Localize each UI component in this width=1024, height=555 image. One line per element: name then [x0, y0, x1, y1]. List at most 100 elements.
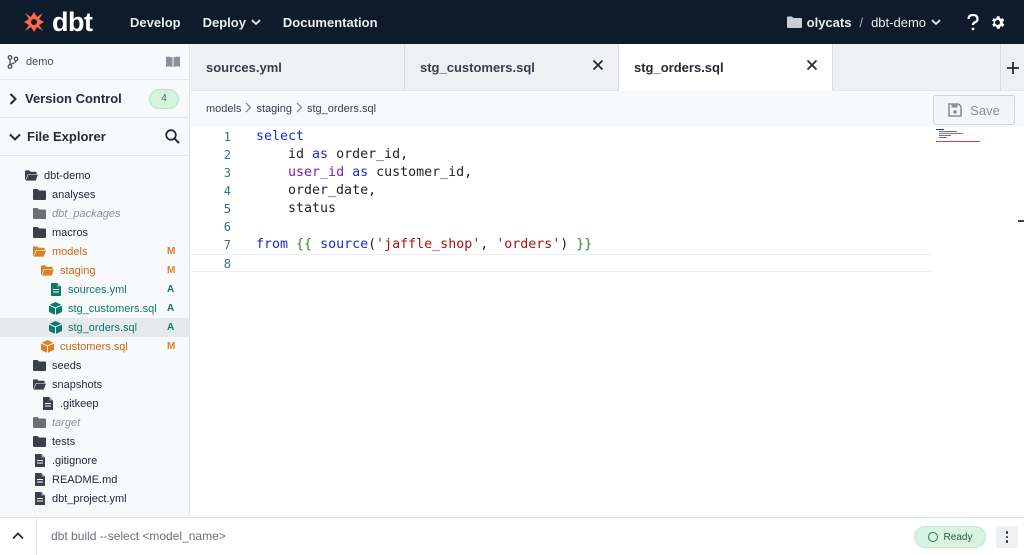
file-tree-item[interactable]: staging M: [0, 261, 189, 280]
file-tree-item[interactable]: customers.sql M: [0, 337, 189, 356]
nav-deploy[interactable]: Deploy: [203, 15, 261, 30]
add-tab-button[interactable]: [1000, 44, 1024, 91]
code-line[interactable]: 7 from {{ source('jaffle_shop', 'orders')…: [191, 236, 931, 254]
expand-console-button[interactable]: [0, 517, 37, 555]
gear-icon[interactable]: [989, 14, 1006, 31]
save-button[interactable]: Save: [933, 95, 1015, 125]
file-explorer-section[interactable]: File Explorer: [0, 118, 189, 156]
code-line[interactable]: 6: [191, 218, 931, 236]
kebab-dot: [1005, 531, 1009, 534]
file-tree-item[interactable]: .gitignore: [0, 451, 189, 470]
file-tree-item-label: staging: [60, 264, 96, 277]
git-branch-icon: [7, 54, 19, 69]
editor-tab-bar: sources.yml stg_customers.sql stg_orders…: [191, 44, 1024, 91]
breadcrumb-file[interactable]: stg_orders.sql: [307, 103, 376, 115]
file-tree-item-label: snapshots: [52, 378, 103, 391]
branch-name: demo: [26, 55, 54, 68]
code-token: from: [256, 237, 289, 252]
code-line[interactable]: 1 select: [191, 128, 931, 146]
file-tree-item[interactable]: analyses: [0, 185, 189, 204]
code-minimap[interactable]: [936, 129, 986, 143]
scrollbar-marker[interactable]: [1018, 220, 1024, 222]
nav-documentation[interactable]: Documentation: [283, 15, 378, 30]
line-number: 1: [223, 130, 231, 144]
model-cube-icon: [41, 340, 54, 353]
version-control-label: Version Control: [25, 91, 122, 106]
help-icon[interactable]: [967, 13, 979, 31]
breadcrumb-models[interactable]: models: [206, 103, 241, 115]
dbt-logo-icon: [24, 12, 44, 32]
command-input[interactable]: [51, 529, 651, 543]
search-icon[interactable]: [165, 129, 180, 144]
folder-icon: [33, 189, 46, 201]
line-number: 3: [223, 166, 231, 180]
folder-open-icon: [41, 265, 54, 277]
file-tree-item[interactable]: README.md: [0, 470, 189, 489]
code-line[interactable]: 3 user_id as customer_id,: [191, 164, 931, 182]
file-tree-item-label: sources.yml: [68, 283, 127, 296]
file-tree-item[interactable]: stg_customers.sql A: [0, 299, 189, 318]
code-line[interactable]: 5 status: [191, 200, 931, 218]
code-text: id as order_id,: [256, 146, 408, 164]
chevron-down-icon: [9, 133, 21, 141]
code-token: source: [320, 237, 369, 252]
file-tree-item[interactable]: target: [0, 413, 189, 432]
code-token: 'orders': [496, 237, 561, 252]
book-icon[interactable]: [165, 56, 181, 68]
code-token: ): [560, 237, 577, 252]
tab-stg-orders-sql[interactable]: stg_orders.sql: [619, 44, 833, 91]
file-tree-item[interactable]: dbt_packages: [0, 204, 189, 223]
chevron-right-icon: [245, 102, 252, 116]
changes-count-badge: 4: [149, 88, 179, 109]
file-tree-item[interactable]: snapshots: [0, 375, 189, 394]
file-tree-item[interactable]: models M: [0, 242, 189, 261]
status-badge[interactable]: Ready: [914, 526, 986, 548]
code-text: from {{ source('jaffle_shop', 'orders') …: [256, 236, 592, 254]
chevron-right-icon: [296, 102, 303, 116]
code-line[interactable]: 4 order_date,: [191, 182, 931, 200]
file-tree-item-label: tests: [52, 435, 76, 448]
command-bar: Ready: [0, 517, 1024, 555]
line-number: 5: [223, 202, 231, 216]
file-tree-item-label: dbt_packages: [52, 207, 121, 220]
file-tree-item-label: .gitkeep: [60, 397, 99, 410]
more-options-button[interactable]: [996, 526, 1018, 548]
file-tree-item[interactable]: dbt_project.yml: [0, 489, 189, 508]
line-number: 6: [223, 220, 231, 234]
file-icon: [49, 283, 62, 296]
dbt-logo[interactable]: dbt: [22, 7, 118, 38]
code-editor[interactable]: 1 select 2 id as order_id, 3 user_id as cus…: [191, 127, 1024, 516]
tab-sources-yml[interactable]: sources.yml: [191, 44, 405, 91]
code-line[interactable]: 8: [191, 254, 931, 272]
version-control-section[interactable]: Version Control 4: [0, 80, 189, 118]
line-number: 4: [223, 184, 231, 198]
tab-stg-customers-sql[interactable]: stg_customers.sql: [405, 44, 619, 91]
file-tree-item[interactable]: tests: [0, 432, 189, 451]
chevron-right-icon: [9, 92, 17, 105]
file-tree-item[interactable]: seeds: [0, 356, 189, 375]
code-token: }}: [576, 237, 593, 252]
branch-selector[interactable]: demo: [0, 44, 189, 80]
file-tree-item[interactable]: dbt-demo: [0, 166, 189, 185]
code-line[interactable]: 2 id as order_id,: [191, 146, 931, 164]
folder-icon: [786, 16, 802, 28]
file-icon: [33, 473, 46, 486]
plus-icon: [1006, 61, 1019, 74]
code-text: user_id as customer_id,: [256, 164, 472, 182]
breadcrumb-staging[interactable]: staging: [256, 103, 291, 115]
file-tree-item[interactable]: stg_orders.sql A: [0, 318, 189, 337]
file-tree-item[interactable]: macros: [0, 223, 189, 242]
line-number: 8: [223, 257, 231, 271]
file-tree-item[interactable]: sources.yml A: [0, 280, 189, 299]
nav-develop[interactable]: Develop: [130, 15, 181, 30]
file-tree-item-label: target: [52, 416, 81, 429]
project-switcher[interactable]: olycats / dbt-demo: [786, 13, 1024, 31]
file-tree-item[interactable]: .gitkeep: [0, 394, 189, 413]
code-text: order_date,: [256, 182, 376, 200]
close-icon[interactable]: [592, 59, 604, 71]
close-icon[interactable]: [806, 59, 818, 71]
kebab-dot: [1005, 535, 1009, 539]
